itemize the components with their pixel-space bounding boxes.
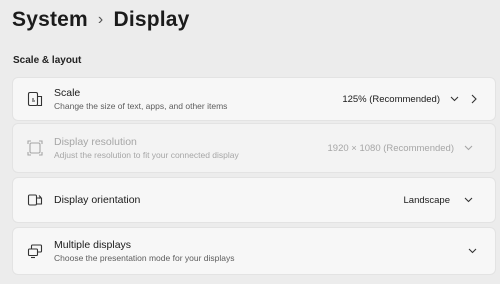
chevron-right-icon[interactable] [465,94,483,104]
scale-value: 125% (Recommended) [342,93,440,105]
multiple-displays-title: Multiple displays [54,239,132,251]
display-resolution-value: 1920 × 1080 (Recommended) [327,142,454,154]
expand-chevron-down-icon[interactable] [463,248,481,254]
display-resolution-setting: Display resolution Adjust the resolution… [13,124,495,172]
breadcrumb-system[interactable]: System [12,8,88,32]
multiple-displays-subtitle: Choose the presentation mode for your di… [54,253,235,263]
multiple-displays-setting[interactable]: Multiple displays Choose the presentatio… [13,228,495,274]
display-orientation-setting: Display orientation Landscape [13,178,495,222]
breadcrumb: System › Display [12,8,190,32]
multiple-displays-icon [26,242,44,260]
scale-setting[interactable]: Scale Change the size of text, apps, and… [13,78,495,120]
display-resolution-dropdown: 1920 × 1080 (Recommended) [328,143,473,154]
orientation-icon [26,191,44,209]
display-orientation-title: Display orientation [54,194,141,206]
scale-title: Scale [54,87,81,99]
chevron-down-icon [464,197,473,203]
scale-icon [26,90,44,108]
display-orientation-value: Landscape [403,194,450,206]
scale-subtitle: Change the size of text, apps, and other… [54,101,228,111]
display-resolution-subtitle: Adjust the resolution to fit your connec… [54,150,239,160]
scale-dropdown[interactable]: 125% (Recommended) [342,94,459,105]
chevron-down-icon [450,96,459,102]
breadcrumb-separator: › [97,11,104,28]
display-resolution-title: Display resolution [54,136,137,148]
section-title-scale-layout: Scale & layout [13,55,82,66]
page-title: Display [113,8,190,31]
display-orientation-dropdown[interactable]: Landscape [404,195,473,206]
chevron-down-icon [464,145,473,151]
resolution-icon [26,139,44,157]
